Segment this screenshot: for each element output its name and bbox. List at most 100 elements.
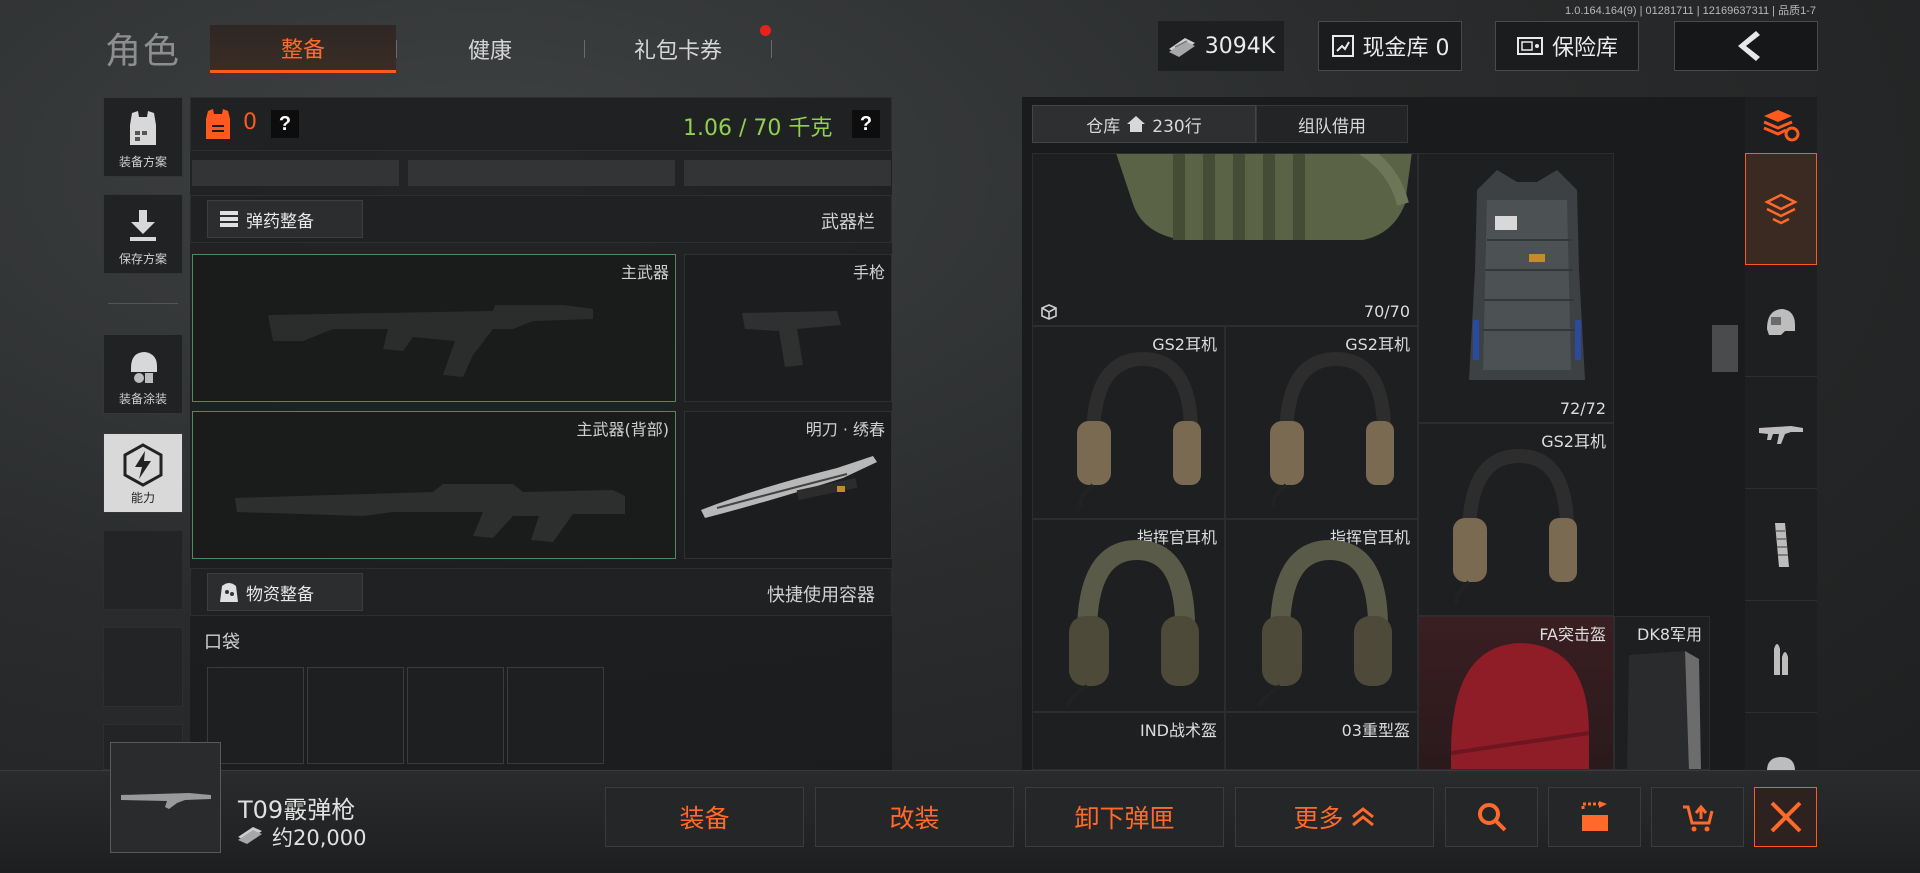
tab-team-borrow[interactable]: 组队借用 [1256,105,1408,143]
version-info: 1.0.164.164(9) | 01281711 | 12169637311 … [1565,5,1816,17]
slot-label: 主武器(背部) [576,420,670,439]
double-chevron-up-icon [1351,807,1374,827]
ammo-icon [220,211,238,227]
cash-vault-button[interactable]: 现金库 0 [1318,21,1462,71]
face-shield-icon [1627,651,1701,769]
tab-label: 健康 [467,39,512,64]
ability-bolt-icon [123,443,163,487]
sidebar-label: 能力 [130,491,155,505]
paint-helmet-icon [131,352,157,383]
question-icon: ? [278,112,292,135]
melee-slot[interactable]: 明刀 · 绣春 [684,411,892,559]
storage-tab-label: 仓库 [1086,116,1121,137]
item-military-mask[interactable]: DK8军用 [1614,616,1710,770]
item-commander-headset[interactable]: 指挥官耳机 [1225,519,1418,712]
item-name: DK8军用 [1637,625,1702,644]
sidebar-paint[interactable]: 装备涂装 [103,334,183,414]
sidebar-save-plan[interactable]: 保存方案 [103,194,183,274]
commander-headset-icon [1065,539,1199,707]
sword-icon [701,456,877,518]
selected-item-price: 约20,000 [272,826,367,850]
rifle-silhouette-icon [235,484,625,542]
tab-storage[interactable]: 仓库 230行 [1032,105,1256,143]
tab-loadout[interactable]: 整备 [210,25,396,73]
category-all[interactable] [1745,153,1817,265]
magazine-icon [1775,522,1789,567]
sort-stack-button[interactable] [1745,97,1817,153]
item-durability: 72/72 [1559,399,1606,418]
item-heavy-helmet[interactable]: 03重型盔 [1225,712,1418,770]
category-magazine[interactable] [1745,489,1817,601]
item-backpack[interactable]: 70/70 [1032,153,1418,326]
selected-item-thumbnail[interactable] [110,742,221,853]
pocket-slot[interactable] [407,667,504,764]
misc-gear-icon [1767,757,1795,771]
item-assault-helmet[interactable]: FA突击盔 [1418,616,1614,770]
tab-gift-vouchers[interactable]: 礼包卡券 [585,25,771,73]
sidebar-label: 装备涂装 [118,392,167,406]
quick-slot-bar [192,160,399,186]
warehouse-scrollbar[interactable] [1712,325,1738,372]
category-ammo[interactable] [1745,601,1817,713]
weight-help-button[interactable]: ? [852,110,880,138]
sidebar-ability[interactable]: 能力 [103,433,183,513]
safe-icon [1516,37,1543,55]
item-commander-headset[interactable]: 指挥官耳机 [1032,519,1225,712]
tab-health[interactable]: 健康 [397,25,583,73]
item-body-armor[interactable]: 72/72 [1418,153,1614,423]
close-button[interactable] [1754,787,1817,847]
download-icon [130,210,156,241]
tab-label: 礼包卡券 [633,39,722,64]
slot-label: 明刀 · 绣春 [805,420,885,439]
move-to-storage-button[interactable] [1548,787,1641,847]
ammo-loadout-button[interactable]: 弹药整备 [207,200,363,238]
search-icon [1477,803,1506,832]
pocket-slot[interactable] [207,667,304,764]
quick-slot-bar [408,160,675,186]
backpack-icon [1116,154,1412,240]
sidebar-empty-slot [103,627,183,707]
item-headset[interactable]: GS2耳机 [1032,326,1225,519]
armor-help-button[interactable]: ? [271,110,299,138]
layers-icon [1764,193,1798,225]
safe-box-button[interactable]: 保险库 [1495,21,1639,71]
sidebar-divider [108,303,178,304]
armor-icon [206,109,230,139]
item-headset[interactable]: GS2耳机 [1418,423,1614,616]
sidebar-loadout-plan[interactable]: 装备方案 [103,97,183,177]
cash-icon [1168,38,1195,57]
supply-loadout-button[interactable]: 物资整备 [207,573,363,611]
back-button[interactable] [1674,21,1818,71]
item-tactical-helmet[interactable]: IND战术盔 [1032,712,1225,770]
item-headset[interactable]: GS2耳机 [1225,326,1418,519]
quick-slot-bar [684,160,891,186]
action-label: 更多 [1293,804,1344,833]
pistol-slot[interactable]: 手枪 [684,254,892,402]
box-icon [1041,304,1057,320]
category-helmet[interactable] [1745,265,1817,377]
action-label: 装备 [679,804,730,833]
search-button[interactable] [1445,787,1538,847]
safe-box-label: 保险库 [1551,36,1618,61]
weight-display: 1.06 / 70 千克 [683,116,833,141]
sell-button[interactable] [1651,787,1744,847]
borrow-tab-label: 组队借用 [1298,116,1366,137]
primary-weapon-slot[interactable]: 主武器 [192,254,676,402]
sort-layers-icon [1763,110,1800,142]
currency-amount: 3094K [1204,33,1276,59]
category-weapon[interactable] [1745,377,1817,489]
primary-weapon-back-slot[interactable]: 主武器(背部) [192,411,676,559]
pocket-slot[interactable] [307,667,404,764]
quick-container-label: 快捷使用容器 [767,585,875,606]
equip-button[interactable]: 装备 [605,787,804,847]
more-button[interactable]: 更多 [1235,787,1434,847]
unload-magazine-button[interactable]: 卸下弹匣 [1025,787,1224,847]
shotgun-icon [121,793,211,809]
action-label: 卸下弹匣 [1074,804,1175,833]
item-name: 03重型盔 [1341,721,1410,740]
modify-button[interactable]: 改装 [815,787,1014,847]
category-misc[interactable] [1745,713,1817,771]
pistol-silhouette-icon [742,311,841,367]
pocket-slot[interactable] [507,667,604,764]
close-icon [1770,801,1801,833]
